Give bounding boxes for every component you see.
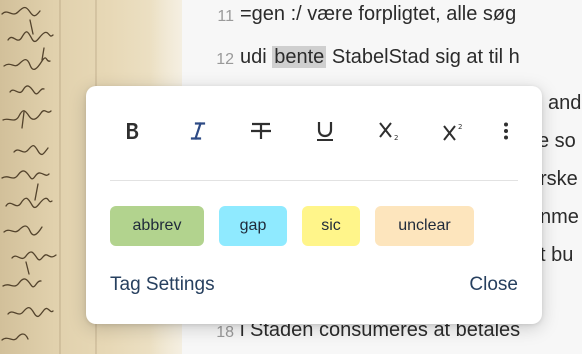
subscript-button[interactable]: 2 (370, 116, 410, 146)
line-text[interactable]: =gen :/ være forpligtet, alle søg (240, 3, 516, 26)
svg-text:2: 2 (458, 123, 462, 131)
line-number: 11 (217, 8, 234, 25)
superscript-button[interactable]: 2 (434, 116, 474, 146)
line-number: 12 (216, 51, 234, 68)
transcription-line[interactable]: 12 udi bente StabelStad sig at til h (182, 40, 582, 80)
tag-label: sic (321, 217, 341, 234)
selected-word[interactable]: bente (272, 46, 327, 68)
line-number: 18 (216, 324, 234, 341)
line-text[interactable]: udi bente StabelStad sig at til h (240, 46, 520, 69)
strikethrough-icon (251, 122, 271, 139)
tag-settings-link[interactable]: Tag Settings (110, 274, 215, 296)
close-button[interactable]: Close (469, 274, 518, 296)
line-text-after[interactable]: StabelStad sig at til h (326, 46, 520, 68)
transcription-line[interactable]: 11 =gen :/ være forpligtet, alle søg (182, 0, 582, 40)
line-text[interactable]: nme (540, 206, 579, 229)
bold-button[interactable] (112, 116, 152, 146)
line-text[interactable]: t bu (540, 244, 573, 267)
more-options-button[interactable] (486, 116, 526, 146)
tag-abbrev-button[interactable]: abbrev (110, 206, 204, 246)
tag-gap-button[interactable]: gap (219, 206, 287, 246)
line-text[interactable]: and (548, 92, 581, 115)
bold-icon (127, 123, 139, 139)
subscript-icon: 2 (379, 122, 398, 142)
italic-icon (190, 122, 206, 140)
format-popup: 2 2 abbrev gap sic unclear Tag Settings … (86, 86, 542, 324)
tag-label: unclear (398, 217, 451, 234)
line-text-before[interactable]: udi (240, 46, 272, 68)
tag-label: gap (239, 217, 267, 234)
tag-unclear-button[interactable]: unclear (375, 206, 474, 246)
underline-icon (317, 122, 333, 141)
strikethrough-button[interactable] (241, 116, 281, 146)
more-vertical-icon (504, 122, 508, 140)
tag-label: abbrev (132, 217, 182, 234)
popup-divider (110, 180, 518, 181)
underline-button[interactable] (305, 116, 345, 146)
line-text[interactable]: e so (538, 130, 576, 153)
svg-text:2: 2 (394, 134, 398, 142)
superscript-icon: 2 (443, 123, 462, 141)
italic-button[interactable] (178, 116, 218, 146)
line-text[interactable]: rske (540, 168, 578, 191)
tag-sic-button[interactable]: sic (302, 206, 360, 246)
